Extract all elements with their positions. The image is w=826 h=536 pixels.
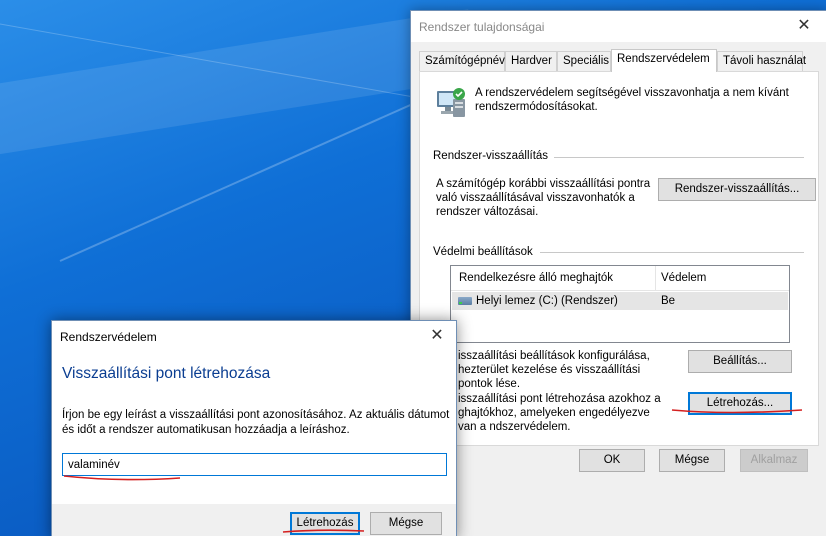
tab-advanced[interactable]: Speciális	[557, 51, 611, 71]
create-button[interactable]: Létrehozás	[290, 512, 360, 535]
drive-name: Helyi lemez (C:) (Rendszer)	[476, 295, 618, 307]
intro-text: A rendszervédelem segítségével visszavon…	[475, 87, 789, 113]
drive-icon	[458, 297, 472, 305]
column-header-protection[interactable]: Védelem	[661, 272, 706, 284]
window-title: Rendszer tulajdonságai	[419, 20, 545, 34]
column-separator[interactable]	[655, 266, 656, 291]
dialog-title: Rendszervédelem	[60, 330, 157, 344]
title-bar: Rendszer tulajdonságai ✕	[411, 11, 826, 42]
close-icon[interactable]: ✕	[422, 325, 452, 347]
ok-button[interactable]: OK	[579, 449, 645, 472]
restore-description: A számítógép korábbi visszaállítási pont…	[436, 178, 651, 218]
dialog-heading: Visszaállítási pont létrehozása	[62, 365, 271, 382]
table-row[interactable]: Helyi lemez (C:) (Rendszer) Be	[452, 292, 788, 310]
create-description: isszaállítási pont létrehozása azokhoz a…	[458, 393, 661, 433]
tab-hardware[interactable]: Hardver	[505, 51, 557, 71]
list-header: Rendelkezésre álló meghajtók Védelem	[451, 266, 789, 291]
tab-computer-name[interactable]: Számítógépnév	[419, 51, 505, 71]
tab-system-protection[interactable]: Rendszervédelem	[611, 49, 717, 72]
protection-group-title: Védelmi beállítások	[433, 246, 533, 258]
configure-button[interactable]: Beállítás...	[688, 350, 792, 373]
drives-list[interactable]: Rendelkezésre álló meghajtók Védelem Hel…	[450, 265, 790, 343]
tab-remote[interactable]: Távoli használat	[717, 51, 806, 71]
close-icon[interactable]: ✕	[789, 15, 819, 37]
configure-description: isszaállítási beállítások konfigurálása,…	[458, 350, 650, 390]
restore-group-title: Rendszer-visszaállítás	[433, 150, 549, 162]
cancel-button[interactable]: Mégse	[370, 512, 442, 535]
apply-button[interactable]: Alkalmaz	[740, 449, 808, 472]
system-protection-panel: A rendszervédelem segítségével visszavon…	[419, 71, 819, 446]
drive-protection: Be	[661, 295, 676, 307]
group-divider	[540, 252, 804, 253]
restore-point-description-input[interactable]	[62, 453, 447, 476]
system-restore-button[interactable]: Rendszer-visszaállítás...	[658, 178, 816, 201]
create-restore-point-dialog: Rendszervédelem ✕ Visszaállítási pont lé…	[51, 320, 457, 536]
system-protection-icon	[437, 88, 465, 117]
create-restore-point-button[interactable]: Létrehozás...	[688, 392, 792, 415]
cancel-button[interactable]: Mégse	[659, 449, 725, 472]
light-ray	[0, 9, 480, 160]
column-header-drives[interactable]: Rendelkezésre álló meghajtók	[459, 272, 613, 284]
group-divider	[554, 157, 804, 158]
dialog-description: Írjon be egy leírást a visszaállítási po…	[62, 409, 450, 436]
dialog-content: Rendszervédelem ✕ Visszaállítási pont lé…	[52, 321, 456, 504]
system-properties-window: Rendszer tulajdonságai ✕ Számítógépnév H…	[410, 10, 826, 536]
